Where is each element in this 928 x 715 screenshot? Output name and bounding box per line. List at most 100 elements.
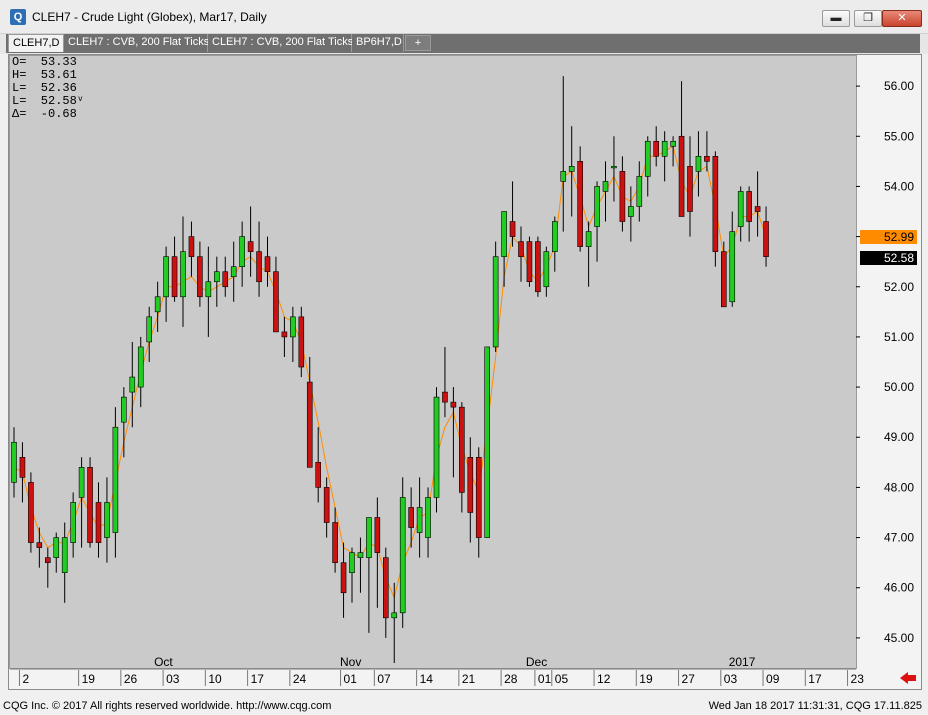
candle-down bbox=[332, 522, 338, 563]
candle-down bbox=[712, 156, 719, 252]
candle-down bbox=[298, 316, 305, 368]
candle-down bbox=[678, 135, 685, 217]
candle-up bbox=[70, 502, 76, 543]
candle-up bbox=[146, 316, 152, 343]
candle-down bbox=[222, 271, 229, 288]
scroll-left-arrow-icon[interactable] bbox=[898, 671, 918, 685]
y-tick-label: 55.00 bbox=[884, 129, 914, 143]
candle-down bbox=[475, 457, 482, 538]
candle-down bbox=[704, 156, 710, 162]
candle-down bbox=[306, 381, 313, 468]
candle-up bbox=[585, 231, 592, 247]
candle-up bbox=[568, 166, 575, 172]
x-month-label: Dec bbox=[526, 655, 547, 669]
x-month-label: 2017 bbox=[729, 655, 756, 669]
y-tick-label: 49.00 bbox=[884, 430, 914, 444]
candle-up bbox=[357, 552, 364, 558]
y-tick-label: 50.00 bbox=[884, 380, 914, 394]
y-tick-label: 45.00 bbox=[884, 631, 914, 645]
x-day-label: 03 bbox=[166, 672, 180, 686]
status-bar: CQG Inc. © 2017 All rights reserved worl… bbox=[0, 699, 928, 715]
x-day-label: 19 bbox=[82, 672, 96, 686]
x-day-label: 03 bbox=[724, 672, 738, 686]
candle-down bbox=[442, 391, 448, 403]
candle-down bbox=[19, 457, 26, 478]
x-day-label: 10 bbox=[208, 672, 222, 686]
candle-down bbox=[746, 191, 752, 222]
candle-up bbox=[661, 140, 668, 157]
candle-down bbox=[577, 161, 583, 247]
candle-down bbox=[264, 256, 271, 273]
y-tick-label: 52.00 bbox=[884, 280, 914, 294]
candle-up bbox=[425, 497, 431, 538]
candle-down bbox=[535, 241, 541, 293]
candle-up bbox=[78, 467, 85, 498]
candle-up bbox=[484, 346, 491, 538]
x-day-label: 12 bbox=[597, 672, 611, 686]
candle-down bbox=[197, 256, 203, 298]
candle-up bbox=[154, 296, 161, 313]
candle-up bbox=[137, 346, 144, 388]
candle-up bbox=[560, 171, 567, 182]
candle-down bbox=[44, 557, 51, 563]
candle-up bbox=[104, 502, 110, 538]
candle-down bbox=[340, 562, 347, 594]
candle-down bbox=[763, 221, 769, 257]
candle-up bbox=[737, 191, 744, 227]
candle-down bbox=[256, 251, 262, 283]
x-day-label: 19 bbox=[639, 672, 653, 686]
y-tick-label: 48.00 bbox=[884, 480, 914, 494]
y-tick-label: 54.00 bbox=[884, 179, 914, 193]
candle-up bbox=[214, 271, 220, 283]
x-day-label: 07 bbox=[377, 672, 391, 686]
candle-up bbox=[501, 211, 507, 257]
candle-up bbox=[230, 266, 237, 278]
x-day-label: 23 bbox=[851, 672, 865, 686]
candle-up bbox=[594, 186, 600, 227]
last-price-tag-black: 52.58 bbox=[860, 250, 917, 265]
candle-up bbox=[695, 156, 702, 172]
x-day-label: 09 bbox=[766, 672, 780, 686]
x-day-label: 2 bbox=[22, 672, 29, 686]
x-month-label: Nov bbox=[340, 655, 361, 669]
candle-down bbox=[653, 140, 660, 157]
candle-down bbox=[28, 482, 34, 543]
candle-down bbox=[720, 251, 727, 308]
x-day-label: 26 bbox=[124, 672, 138, 686]
last-price-tag-orange: 52.99 bbox=[860, 230, 917, 245]
candle-down bbox=[273, 271, 279, 333]
x-day-label: 24 bbox=[293, 672, 307, 686]
candle-down bbox=[687, 166, 693, 212]
candle-up bbox=[636, 176, 643, 207]
x-day-label: 01 bbox=[344, 672, 358, 686]
candle-down bbox=[459, 406, 465, 493]
x-day-label: 17 bbox=[808, 672, 822, 686]
x-day-label: 17 bbox=[251, 672, 265, 686]
y-tick-label: 47.00 bbox=[884, 531, 914, 545]
candle-up bbox=[670, 140, 676, 147]
candle-down bbox=[374, 517, 381, 553]
candle-up bbox=[239, 236, 245, 267]
candle-up bbox=[543, 251, 550, 288]
candle-up bbox=[11, 441, 17, 483]
candle-down bbox=[408, 507, 414, 528]
candle-down bbox=[281, 331, 288, 338]
candle-down bbox=[315, 462, 322, 488]
candle-up bbox=[112, 426, 119, 533]
candle-up bbox=[492, 256, 499, 348]
candle-up bbox=[180, 251, 186, 298]
candle-down bbox=[323, 487, 330, 523]
candle-down bbox=[518, 241, 524, 257]
x-day-label: 01 bbox=[538, 672, 552, 686]
x-month-label: Oct bbox=[154, 655, 173, 669]
candle-up bbox=[644, 140, 651, 177]
x-day-label: 28 bbox=[504, 672, 518, 686]
candle-up bbox=[628, 206, 634, 217]
candle-up bbox=[121, 396, 127, 423]
ohlc-readout: O= 53.33 H= 53.61 L= 52.36 L= 52.58ᵛ Δ= … bbox=[12, 56, 84, 121]
candle-down bbox=[36, 542, 43, 548]
candle-up bbox=[290, 316, 296, 338]
candle-up bbox=[391, 612, 398, 619]
x-day-label: 27 bbox=[682, 672, 696, 686]
x-day-label: 05 bbox=[555, 672, 569, 686]
